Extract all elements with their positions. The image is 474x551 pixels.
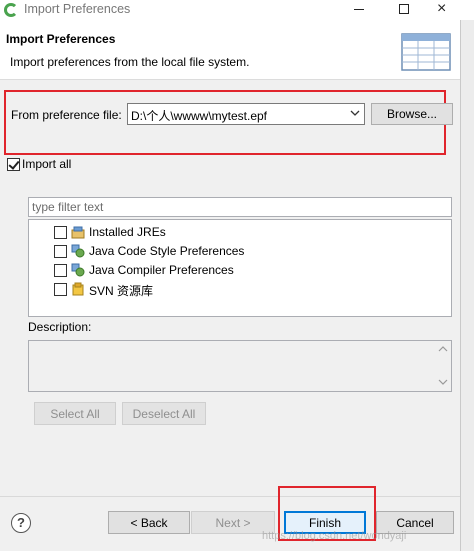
watermark-text: https://blog.csdn.net/wondyaji — [262, 530, 407, 542]
import-all-label: Import all — [22, 157, 72, 171]
background-window-edge — [460, 20, 474, 551]
tree-item-checkbox[interactable] — [54, 283, 67, 296]
file-label: From preference file: — [11, 108, 122, 122]
deselect-all-button[interactable]: Deselect All — [122, 402, 206, 425]
preferences-tree[interactable]: Installed JREs Java Code Style Preferenc… — [28, 219, 452, 317]
tree-item-label: Java Code Style Preferences — [89, 244, 245, 258]
footer-separator — [0, 496, 460, 497]
filter-input[interactable]: type filter text — [28, 197, 452, 217]
tree-item-java-compiler[interactable]: Java Compiler Preferences — [29, 261, 451, 279]
page-title: Import Preferences — [6, 32, 116, 46]
close-icon[interactable]: × — [437, 0, 446, 18]
filter-placeholder: type filter text — [32, 200, 104, 214]
select-all-button[interactable]: Select All — [34, 402, 116, 425]
preference-file-combo[interactable]: D:\个人\wwww\mytest.epf — [127, 103, 365, 125]
tree-item-checkbox[interactable] — [54, 226, 67, 239]
tree-item-label: SVN 资源库 — [89, 284, 154, 298]
tree-item-checkbox[interactable] — [54, 245, 67, 258]
jre-icon — [71, 226, 85, 239]
maximize-icon[interactable] — [399, 4, 409, 14]
page-description: Import preferences from the local file s… — [10, 55, 250, 69]
tree-item-java-code-style[interactable]: Java Code Style Preferences — [29, 242, 451, 260]
chevron-down-icon[interactable] — [350, 108, 360, 118]
tree-item-checkbox[interactable] — [54, 264, 67, 277]
tree-item-label: Installed JREs — [89, 225, 166, 239]
window-title: Import Preferences — [24, 2, 131, 16]
browse-button[interactable]: Browse... — [371, 103, 453, 125]
description-label: Description: — [28, 320, 92, 334]
minimize-icon[interactable] — [354, 9, 364, 10]
tree-item-label: Java Compiler Preferences — [89, 263, 234, 277]
eclipse-app-icon — [4, 3, 18, 17]
java-prefs-icon — [71, 263, 85, 277]
preference-file-value: D:\个人\wwww\mytest.epf — [131, 109, 268, 123]
java-prefs-icon — [71, 244, 85, 258]
tree-item-installed-jres[interactable]: Installed JREs — [29, 223, 451, 241]
back-button[interactable]: < Back — [108, 511, 190, 534]
svn-icon — [72, 282, 84, 296]
preferences-banner-icon — [401, 33, 451, 71]
wizard-header: Import Preferences Import preferences fr… — [0, 20, 460, 80]
description-scrollbar[interactable] — [435, 341, 451, 391]
tree-item-svn[interactable]: SVN 资源库 — [29, 280, 451, 298]
title-bar: Import Preferences × — [0, 0, 474, 20]
help-icon[interactable]: ? — [11, 513, 31, 533]
import-all-checkbox[interactable] — [7, 158, 20, 171]
description-text-area[interactable] — [28, 340, 452, 392]
scroll-up-icon[interactable] — [438, 345, 448, 353]
scroll-down-icon[interactable] — [438, 378, 448, 386]
